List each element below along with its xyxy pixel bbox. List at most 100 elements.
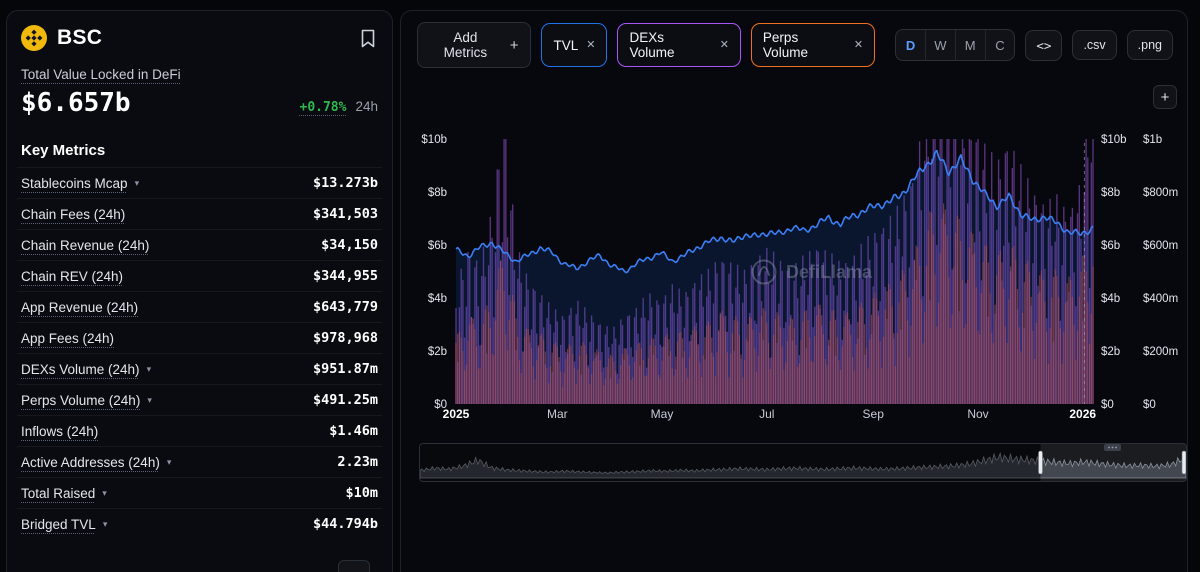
svg-text:Mar: Mar [547, 407, 568, 421]
period-button-w[interactable]: W [925, 30, 955, 60]
chevron-down-icon[interactable]: ▾ [135, 179, 140, 188]
metric-row-chain-rev-24h[interactable]: Chain REV (24h)$344,955 [17, 260, 382, 291]
chevron-down-icon[interactable]: ▾ [167, 458, 172, 467]
metric-value: $341,503 [313, 206, 378, 222]
svg-text:$800m: $800m [1143, 187, 1178, 199]
svg-text:$4b: $4b [428, 293, 447, 305]
metric-label: DEXs Volume (24h) [21, 362, 140, 377]
timeline-brush[interactable] [419, 443, 1187, 482]
metric-row-bridged-tvl[interactable]: Bridged TVL▾$44.794b [17, 508, 382, 539]
svg-text:$200m: $200m [1143, 346, 1178, 358]
chart-toolbar: Add Metrics + TVL✕DEXs Volume✕Perps Volu… [401, 11, 1187, 77]
svg-text:$2b: $2b [428, 346, 447, 358]
metric-value: 2.23m [337, 454, 378, 470]
bookmark-icon [360, 29, 376, 48]
download-png-button[interactable]: .png [1127, 30, 1173, 60]
pill-label: TVL [553, 38, 578, 53]
add-metrics-button[interactable]: Add Metrics + [417, 22, 531, 68]
period-button-c[interactable]: C [985, 30, 1015, 60]
key-metrics-list: Stablecoins Mcap ▾ $13.273b Chain Fees (24h… [17, 167, 382, 539]
metric-pill-perps-volume[interactable]: Perps Volume ✕ [751, 23, 875, 67]
metric-value: $344,955 [313, 268, 378, 284]
close-icon[interactable]: ✕ [720, 40, 729, 51]
close-icon[interactable]: ✕ [586, 40, 595, 51]
add-metrics-label: Add Metrics [430, 30, 501, 60]
close-icon[interactable]: ✕ [854, 40, 863, 51]
metric-value: $13.273b [313, 175, 378, 191]
svg-text:2026: 2026 [1069, 407, 1096, 421]
metric-label: App Revenue (24h) [21, 300, 138, 315]
svg-text:$6b: $6b [1101, 240, 1120, 252]
pill-label: DEXs Volume [629, 30, 711, 60]
metric-row-chain-fees-24h[interactable]: Chain Fees (24h)$341,503 [17, 198, 382, 229]
period-button-d[interactable]: D [896, 30, 925, 60]
metric-label: Bridged TVL [21, 517, 96, 532]
metric-row-app-fees-24h[interactable]: App Fees (24h) $978,968 [17, 322, 382, 353]
sidebar-header: BSC [17, 25, 382, 63]
svg-text:2025: 2025 [443, 407, 470, 421]
metric-label: Inflows (24h) [21, 424, 98, 439]
svg-text:$600m: $600m [1143, 240, 1178, 252]
metric-row-stablecoins-mcap[interactable]: Stablecoins Mcap ▾ $13.273b [17, 167, 382, 198]
metric-value: $643,779 [313, 299, 378, 315]
pill-label: Perps Volume [763, 30, 846, 60]
svg-text:Nov: Nov [967, 407, 988, 421]
period-button-m[interactable]: M [955, 30, 985, 60]
metric-value: $34,150 [321, 237, 378, 253]
metric-value: $978,968 [313, 330, 378, 346]
key-metrics-title: Key Metrics [21, 142, 378, 159]
panel-divider [393, 0, 400, 572]
svg-text:$6b: $6b [428, 240, 447, 252]
svg-text:$8b: $8b [1101, 187, 1120, 199]
metric-value: $10m [345, 485, 378, 501]
chart-canvas[interactable]: $0$0$0$2b$2b$200m$4b$4b$400m$6b$6b$600m$… [401, 77, 1187, 437]
svg-text:$0: $0 [1101, 399, 1114, 411]
metric-label: Perps Volume (24h) [21, 393, 140, 408]
metric-row-app-revenue-24h[interactable]: App Revenue (24h) $643,779 [17, 291, 382, 322]
chevron-down-icon[interactable]: ▾ [147, 365, 152, 374]
embed-icon: <> [1036, 38, 1051, 53]
metric-label: Stablecoins Mcap [21, 176, 128, 191]
csv-label: .csv [1083, 38, 1105, 52]
period-selector: DWMC [895, 29, 1015, 61]
metric-row-inflows-24h[interactable]: Inflows (24h) $1.46m [17, 415, 382, 446]
svg-text:$2b: $2b [1101, 346, 1120, 358]
chart-panel: Add Metrics + TVL✕DEXs Volume✕Perps Volu… [400, 10, 1188, 572]
metric-row-total-raised[interactable]: Total Raised ▾ $10m [17, 477, 382, 508]
metric-row-active-addresses-24h[interactable]: Active Addresses (24h) ▾ 2.23m [17, 446, 382, 477]
metric-label: Total Raised [21, 486, 95, 501]
embed-chart-button[interactable]: <> [1025, 30, 1062, 61]
metric-value: $1.46m [329, 423, 378, 439]
svg-text:Sep: Sep [863, 407, 885, 421]
metric-value: $951.87m [313, 361, 378, 377]
metric-pill-tvl[interactable]: TVL ✕ [541, 23, 607, 67]
metric-value: $491.25m [313, 392, 378, 408]
svg-text:May: May [651, 407, 674, 421]
svg-text:Jul: Jul [759, 407, 774, 421]
chevron-down-icon[interactable]: ▾ [147, 396, 152, 405]
metric-row-perps-volume-24h[interactable]: Perps Volume (24h) ▾ $491.25m [17, 384, 382, 415]
page-title: BSC [57, 26, 102, 50]
download-csv-button[interactable]: .csv [1072, 30, 1116, 60]
chart-add-button[interactable]: + [1153, 85, 1177, 109]
tvl-label: Total Value Locked in DeFi [21, 67, 181, 82]
chevron-down-icon[interactable]: ▾ [102, 489, 107, 498]
sidebar-overflow-button[interactable] [338, 560, 370, 572]
metric-pill-dexs-volume[interactable]: DEXs Volume ✕ [617, 23, 740, 67]
metric-label: Active Addresses (24h) [21, 455, 160, 470]
main-chart[interactable]: $0$0$0$2b$2b$200m$4b$4b$400m$6b$6b$600m$… [401, 77, 1187, 437]
metric-row-dexs-volume-24h[interactable]: DEXs Volume (24h) ▾ $951.87m [17, 353, 382, 384]
bookmark-button[interactable] [358, 27, 378, 50]
tvl-change-period: 24h [355, 99, 378, 114]
metric-label: App Fees (24h) [21, 331, 114, 346]
png-label: .png [1138, 38, 1162, 52]
chevron-down-icon[interactable]: ▾ [103, 520, 108, 529]
svg-text:$4b: $4b [1101, 293, 1120, 305]
tvl-change: +0.78% [300, 100, 347, 115]
plus-icon: + [510, 38, 519, 53]
chain-sidebar: BSC Total Value Locked in DeFi $6.657b +… [6, 10, 393, 572]
metric-row-chain-revenue-24h[interactable]: Chain Revenue (24h) $34,150 [17, 229, 382, 260]
metric-label: Chain Revenue (24h) [21, 238, 149, 253]
svg-text:$10b: $10b [1101, 134, 1127, 146]
svg-text:$8b: $8b [428, 187, 447, 199]
